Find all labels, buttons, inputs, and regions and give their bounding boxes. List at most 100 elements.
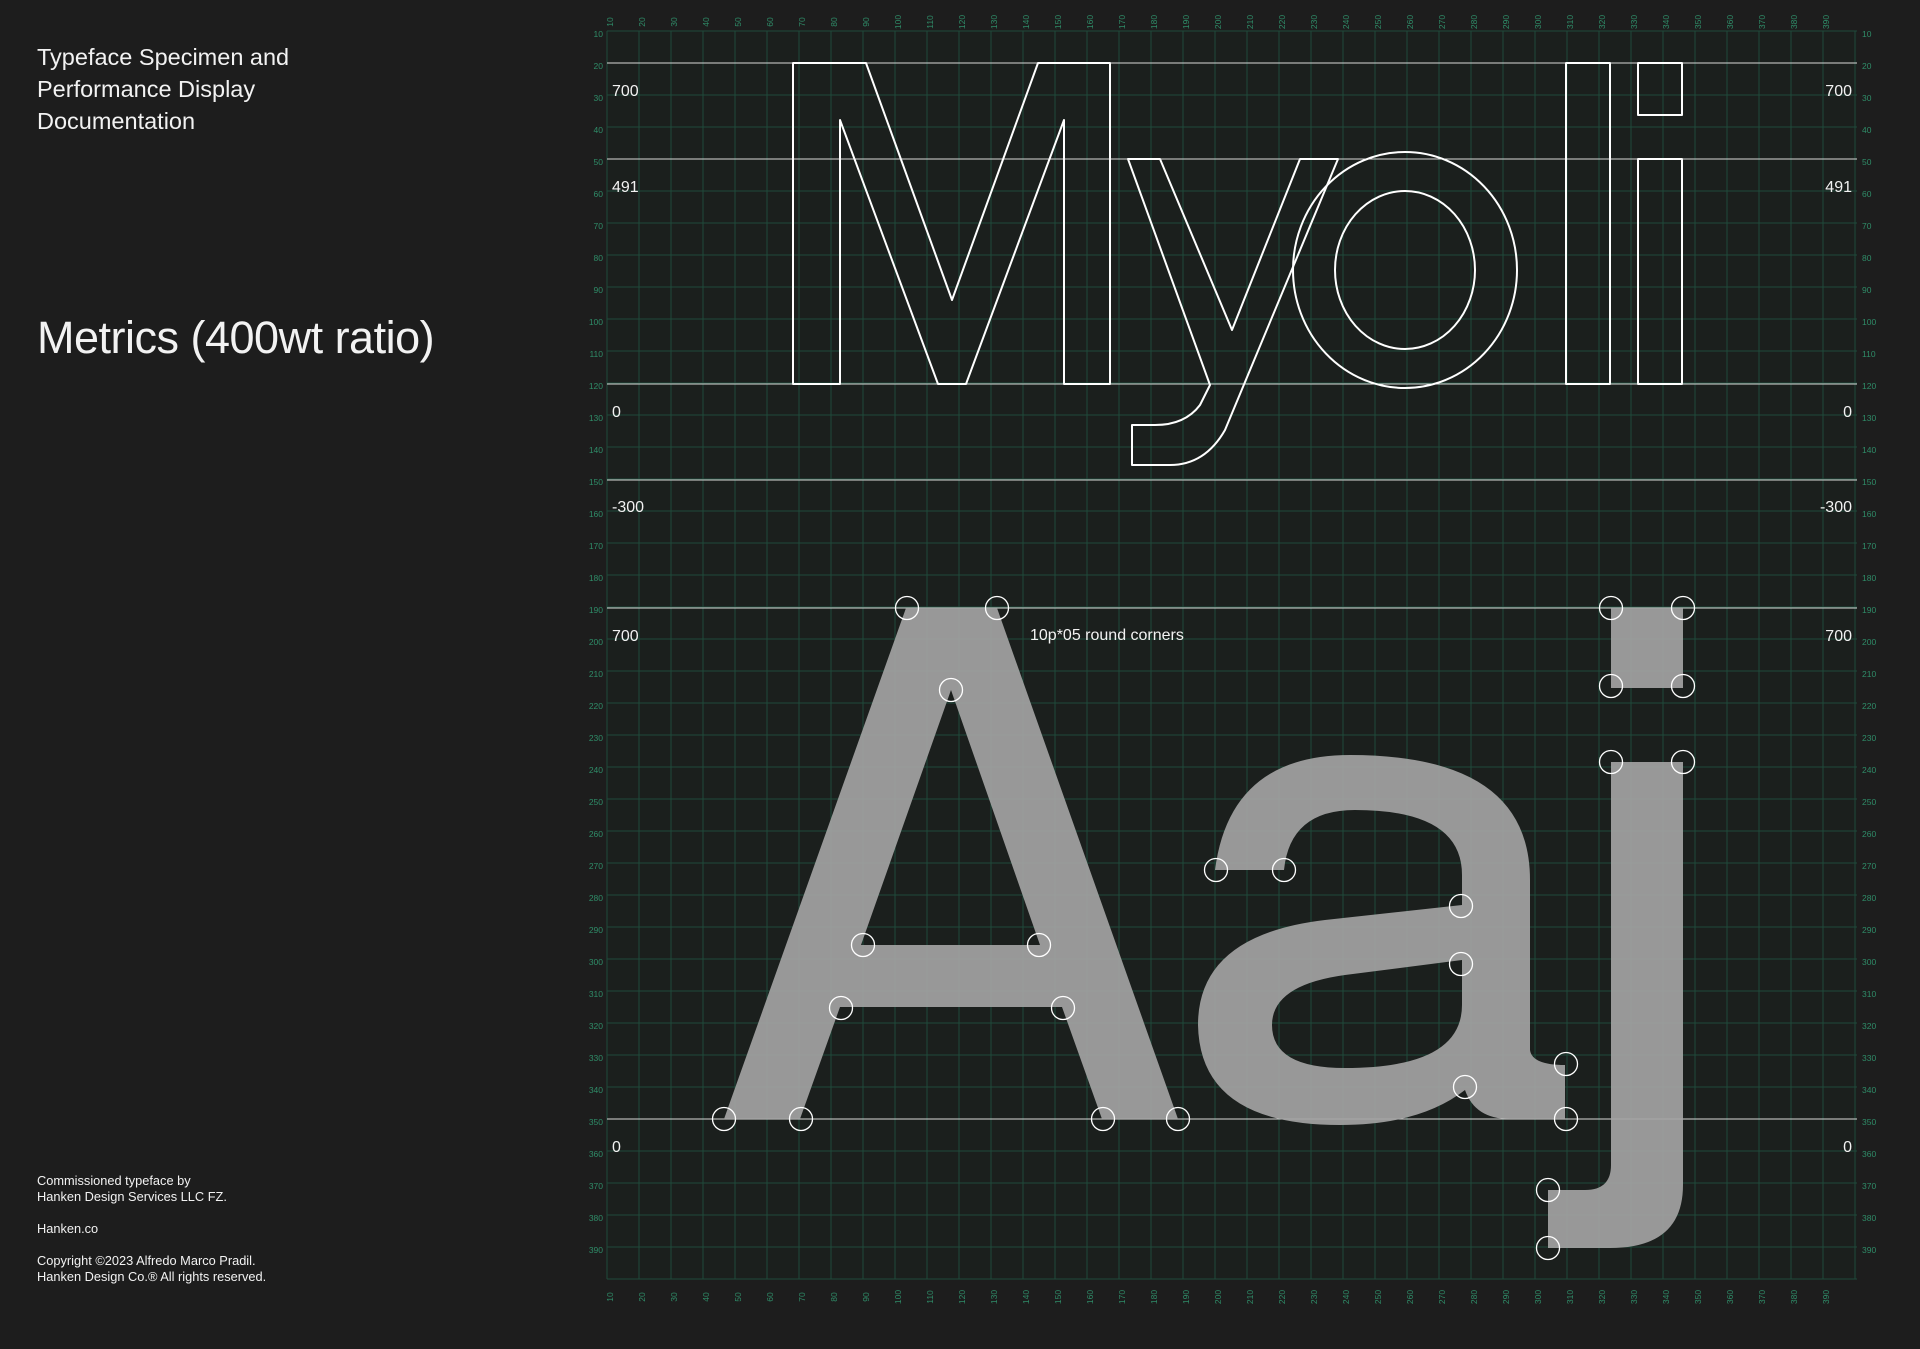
x-tick-label: 300 xyxy=(1533,15,1543,29)
y-tick-label: 160 xyxy=(589,509,603,519)
x-tick-label: 220 xyxy=(1277,1290,1287,1304)
x-tick-label: 40 xyxy=(701,17,711,27)
y-tick-label: 280 xyxy=(589,893,603,903)
x-tick-label: 140 xyxy=(1021,1290,1031,1304)
x-tick-label: 50 xyxy=(733,1292,743,1302)
x-tick-label: 130 xyxy=(989,15,999,29)
y-tick-label: 310 xyxy=(1862,989,1876,999)
x-tick-label: 210 xyxy=(1245,1290,1255,1304)
y-tick-label: 140 xyxy=(1862,445,1876,455)
y-tick-label: 70 xyxy=(594,221,604,231)
x-tick-label: 70 xyxy=(797,1292,807,1302)
y-tick-label: 20 xyxy=(1862,61,1872,71)
x-tick-label: 10 xyxy=(605,17,615,27)
y-tick-label: 260 xyxy=(1862,829,1876,839)
x-tick-label: 90 xyxy=(861,1292,871,1302)
y-tick-label: 10 xyxy=(1862,29,1872,39)
y-tick-label: 210 xyxy=(1862,669,1876,679)
x-tick-label: 300 xyxy=(1533,1290,1543,1304)
x-tick-label: 340 xyxy=(1661,15,1671,29)
x-tick-label: 190 xyxy=(1181,15,1191,29)
y-tick-label: 170 xyxy=(1862,541,1876,551)
x-tick-label: 270 xyxy=(1437,15,1447,29)
y-axis-right: 10 20 30 40 50 60 70 80 90 100 110 120 130 140 150 160 1… xyxy=(1862,29,1876,1255)
x-tick-label: 320 xyxy=(1597,1290,1607,1304)
y-tick-label: 340 xyxy=(1862,1085,1876,1095)
x-tick-label: 150 xyxy=(1053,15,1063,29)
specimen-canvas: 10 20 30 40 50 60 70 80 90 100 110 120 130 140 150 160 1… xyxy=(589,15,1877,1304)
outline-label-491-right: 491 xyxy=(1825,179,1852,196)
y-tick-label: 110 xyxy=(1862,349,1876,359)
x-tick-label: 100 xyxy=(893,1290,903,1304)
x-tick-label: 120 xyxy=(957,1290,967,1304)
x-axis-bottom: 10 20 30 40 50 60 70 80 90 100 110 120 130 140 150 160 1… xyxy=(605,1290,1831,1304)
y-tick-label: 210 xyxy=(589,669,603,679)
outline-label-491-left: 491 xyxy=(612,179,639,196)
x-tick-label: 370 xyxy=(1757,15,1767,29)
round-corners-annotation: 10p*05 round corners xyxy=(1030,627,1184,644)
y-tick-label: 60 xyxy=(1862,189,1872,199)
x-tick-label: 70 xyxy=(797,17,807,27)
outline-label-700-left: 700 xyxy=(612,83,639,100)
x-tick-label: 160 xyxy=(1085,15,1095,29)
x-tick-label: 10 xyxy=(605,1292,615,1302)
x-tick-label: 220 xyxy=(1277,15,1287,29)
y-tick-label: 190 xyxy=(589,605,603,615)
y-tick-label: 230 xyxy=(589,733,603,743)
x-tick-label: 260 xyxy=(1405,1290,1415,1304)
x-tick-label: 30 xyxy=(669,17,679,27)
x-tick-label: 290 xyxy=(1501,15,1511,29)
x-tick-label: 380 xyxy=(1789,15,1799,29)
x-tick-label: 230 xyxy=(1309,15,1319,29)
y-tick-label: 290 xyxy=(589,925,603,935)
y-tick-label: 130 xyxy=(1862,413,1876,423)
x-tick-label: 390 xyxy=(1821,1290,1831,1304)
glyph-j-dot-filled xyxy=(1611,608,1683,688)
x-tick-label: 370 xyxy=(1757,1290,1767,1304)
y-tick-label: 270 xyxy=(589,861,603,871)
x-tick-label: 330 xyxy=(1629,15,1639,29)
x-tick-label: 280 xyxy=(1469,1290,1479,1304)
x-tick-label: 60 xyxy=(765,17,775,27)
y-tick-label: 350 xyxy=(1862,1117,1876,1127)
y-tick-label: 90 xyxy=(1862,285,1872,295)
x-tick-label: 350 xyxy=(1693,1290,1703,1304)
y-tick-label: 300 xyxy=(1862,957,1876,967)
x-tick-label: 270 xyxy=(1437,1290,1447,1304)
x-tick-label: 80 xyxy=(829,1292,839,1302)
x-tick-label: 50 xyxy=(733,17,743,27)
y-tick-label: 170 xyxy=(589,541,603,551)
y-tick-label: 140 xyxy=(589,445,603,455)
x-tick-label: 90 xyxy=(861,17,871,27)
y-tick-label: 240 xyxy=(1862,765,1876,775)
x-tick-label: 180 xyxy=(1149,15,1159,29)
y-tick-label: 290 xyxy=(1862,925,1876,935)
y-tick-label: 40 xyxy=(1862,125,1872,135)
x-tick-label: 280 xyxy=(1469,15,1479,29)
x-tick-label: 20 xyxy=(637,1292,647,1302)
y-tick-label: 260 xyxy=(589,829,603,839)
y-tick-label: 100 xyxy=(1862,317,1876,327)
y-tick-label: 120 xyxy=(589,381,603,391)
x-tick-label: 110 xyxy=(925,1290,935,1304)
x-tick-label: 350 xyxy=(1693,15,1703,29)
glyph-a-filled xyxy=(1198,755,1565,1125)
y-tick-label: 60 xyxy=(594,189,604,199)
y-tick-label: 70 xyxy=(1862,221,1872,231)
outline-label-700-right: 700 xyxy=(1825,83,1852,100)
y-tick-label: 100 xyxy=(589,317,603,327)
x-tick-label: 360 xyxy=(1725,15,1735,29)
x-tick-label: 240 xyxy=(1341,1290,1351,1304)
y-tick-label: 160 xyxy=(1862,509,1876,519)
outline-label-neg300-right: -300 xyxy=(1820,499,1852,516)
y-tick-label: 270 xyxy=(1862,861,1876,871)
x-tick-label: 260 xyxy=(1405,15,1415,29)
y-tick-label: 110 xyxy=(589,349,603,359)
filled-label-700-left: 700 xyxy=(612,628,639,645)
y-tick-label: 180 xyxy=(1862,573,1876,583)
y-tick-label: 330 xyxy=(1862,1053,1876,1063)
filled-label-0-left: 0 xyxy=(612,1139,621,1156)
y-tick-label: 280 xyxy=(1862,893,1876,903)
y-tick-label: 380 xyxy=(1862,1213,1876,1223)
y-tick-label: 30 xyxy=(594,93,604,103)
